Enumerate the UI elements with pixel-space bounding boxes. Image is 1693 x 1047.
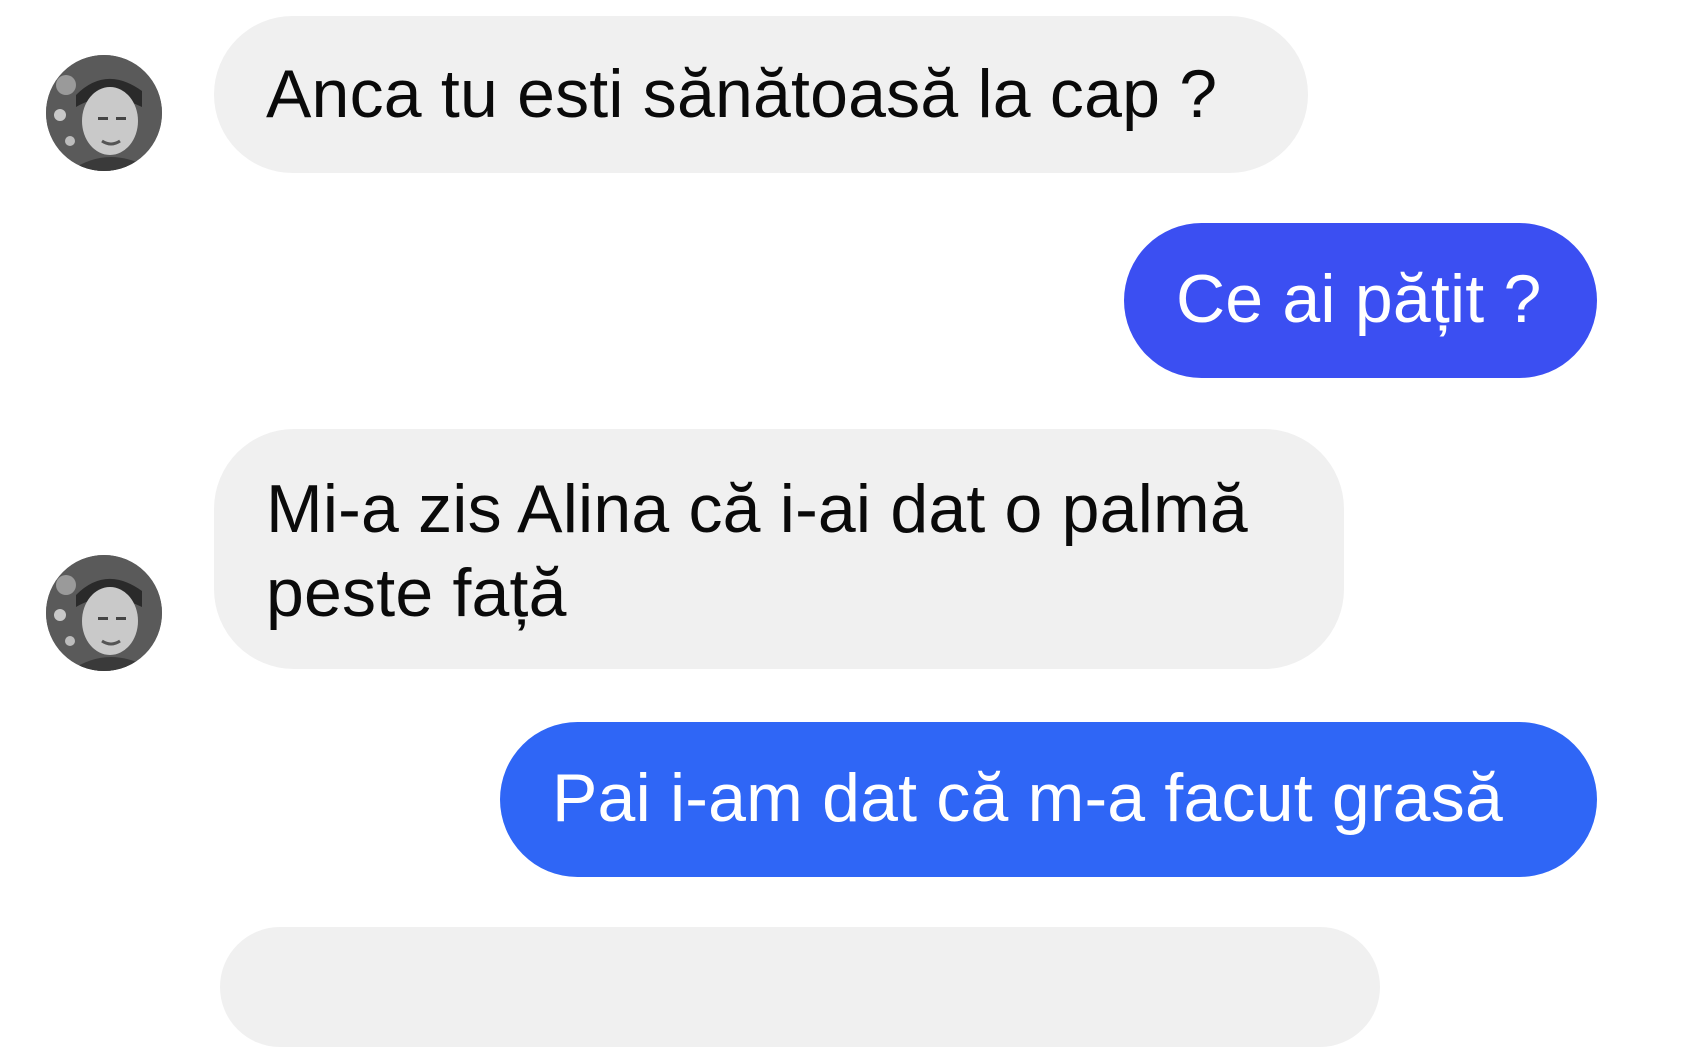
- contact-avatar[interactable]: [46, 55, 162, 171]
- message-outgoing[interactable]: Pai i-am dat că m-a facut grasă: [500, 722, 1597, 877]
- contact-avatar-photo-icon: [46, 555, 162, 671]
- contact-avatar-photo-icon: [46, 55, 162, 171]
- message-incoming[interactable]: Mi-a zis Alina că i-ai dat o palmă peste…: [214, 429, 1344, 669]
- chat-thread: Anca tu esti sănătoasă la cap ? Ce ai pă…: [0, 0, 1693, 1047]
- message-outgoing[interactable]: Ce ai pățit ?: [1124, 223, 1597, 378]
- contact-avatar[interactable]: [46, 555, 162, 671]
- message-incoming-partial[interactable]: [220, 927, 1380, 1047]
- message-incoming[interactable]: Anca tu esti sănătoasă la cap ?: [214, 16, 1308, 173]
